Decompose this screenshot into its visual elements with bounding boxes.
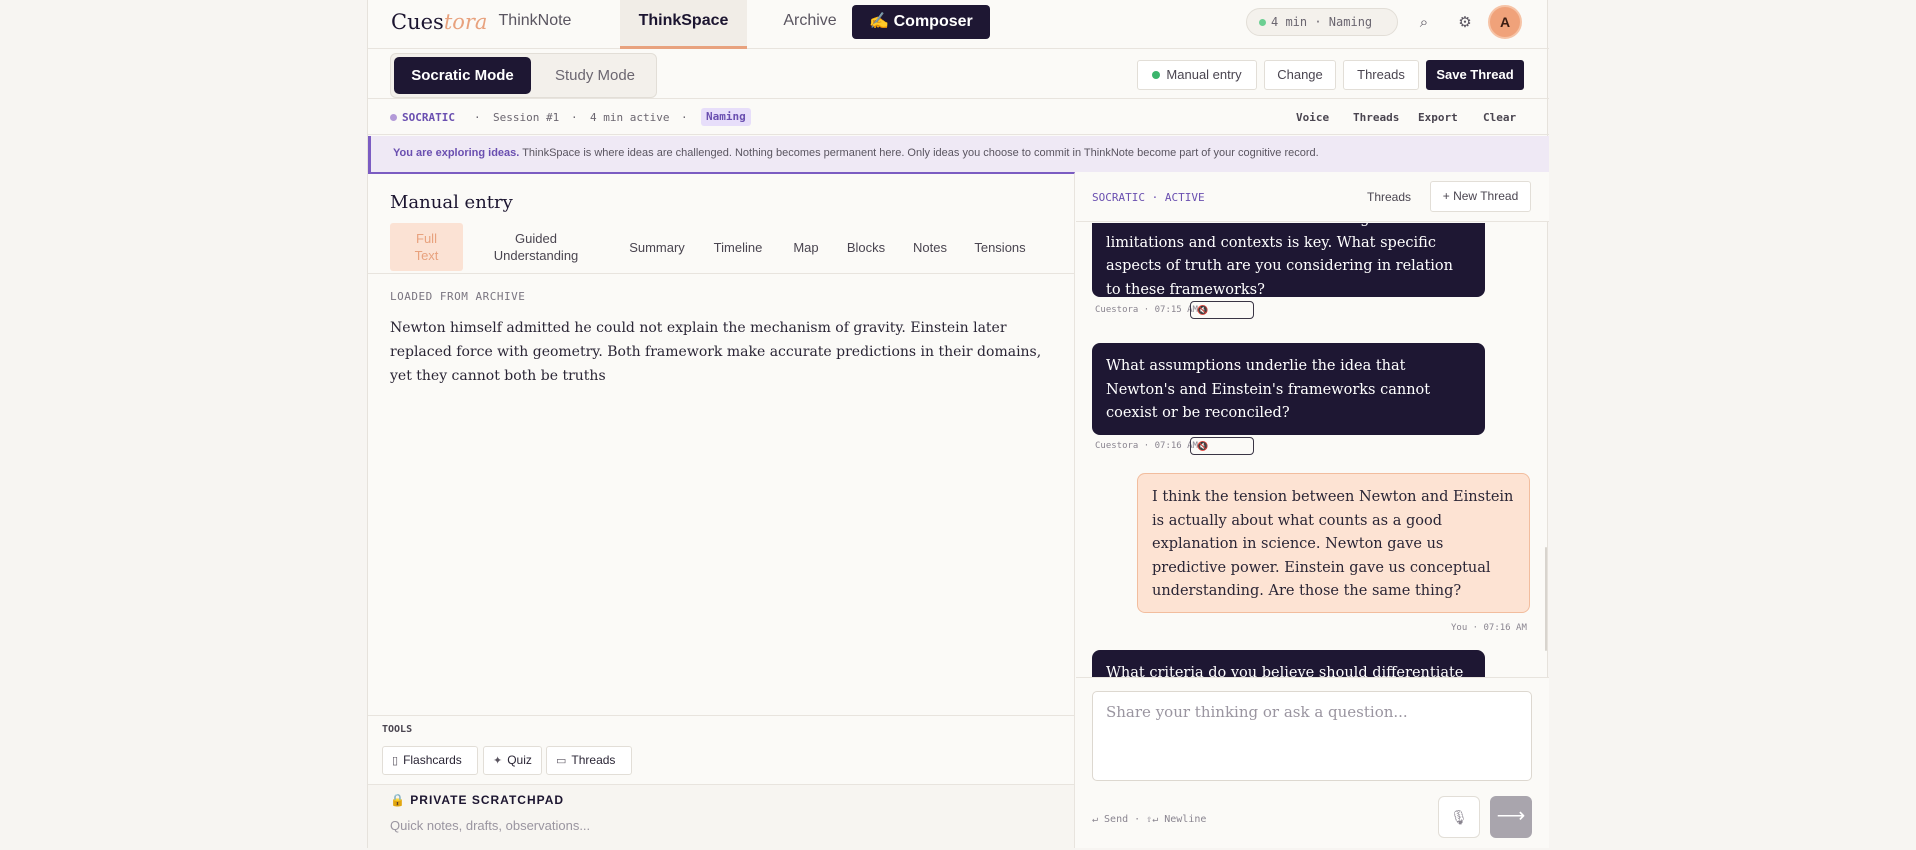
timer-dot (1259, 19, 1266, 26)
private-scratchpad: 🔒 PRIVATE SCRATCHPAD Quick notes, drafts… (368, 784, 1074, 850)
message-meta: You · 07:16 AM (1451, 623, 1527, 633)
speaker-icon[interactable]: 🔇 (1190, 301, 1254, 319)
send-button[interactable]: ⟶ (1490, 796, 1532, 838)
scratchpad-input[interactable]: Quick notes, drafts, observations... (390, 818, 590, 833)
speaker-icon[interactable]: 🔇 (1190, 437, 1254, 455)
search-icon[interactable]: ⌕ (1411, 10, 1437, 36)
quiz-button[interactable]: ✦ Quiz (483, 746, 542, 775)
keyboard-hint: ↵ Send · ⇧↵ Newline (1092, 814, 1207, 825)
session-label: Session #1 (493, 111, 560, 124)
flashcard-icon: ▯ (392, 755, 399, 767)
mode-switch: Socratic Mode Study Mode (390, 53, 657, 98)
tab-notes[interactable]: Notes (906, 223, 954, 271)
export-action[interactable]: Export (1418, 111, 1458, 124)
separator: · (571, 111, 578, 124)
manual-entry-button[interactable]: Manual entry (1137, 60, 1257, 90)
new-thread-button[interactable]: + New Thread (1430, 181, 1531, 212)
user-message: I think the tension between Newton and E… (1137, 473, 1530, 613)
nav-tab-thinkspace[interactable]: ThinkSpace (620, 0, 747, 49)
document-title: Manual entry (390, 192, 513, 213)
message-input[interactable]: Share your thinking or ask a question... (1092, 691, 1532, 781)
tab-tensions[interactable]: Tensions (968, 223, 1032, 271)
info-banner: You are exploring ideas. ThinkSpace is w… (368, 136, 1549, 172)
nav-tab-thinknote[interactable]: ThinkNote (480, 0, 590, 49)
status-dot (1152, 71, 1161, 79)
separator: · (474, 111, 481, 124)
threads-label: Threads (571, 753, 616, 767)
tools-threads-button[interactable]: ▭ Threads (546, 746, 632, 775)
microphone-icon[interactable]: 🎙 (1438, 796, 1480, 838)
change-button[interactable]: Change (1264, 60, 1336, 90)
scrollbar[interactable] (1545, 547, 1547, 651)
message-meta: Cuestora · 07:15 AM (1095, 305, 1198, 315)
nav-tab-archive[interactable]: Archive (760, 0, 860, 49)
clear-action[interactable]: Clear (1483, 111, 1516, 124)
top-nav: Cuestora ThinkNote ThinkSpace Archive ✍ … (368, 0, 1549, 49)
tab-blocks[interactable]: Blocks (840, 223, 892, 271)
scratchpad-title: 🔒 PRIVATE SCRATCHPAD (390, 793, 565, 807)
banner-bold: You are exploring ideas. (393, 147, 520, 159)
tab-map[interactable]: Map (786, 223, 826, 271)
mode-row: Socratic Mode Study Mode Manual entry Ch… (368, 49, 1549, 99)
message-meta: Cuestora · 07:16 AM (1095, 441, 1198, 451)
manual-entry-label: Manual entry (1166, 67, 1242, 82)
ai-message: different conditions. Understanding thei… (1092, 223, 1485, 298)
study-mode-button[interactable]: Study Mode (539, 57, 651, 94)
sparkle-icon: ✦ (493, 755, 503, 767)
phase-tag: Naming (701, 108, 751, 126)
threads-action[interactable]: Threads (1353, 111, 1399, 124)
chat-pane: SOCRATIC · ACTIVE Threads + New Thread d… (1076, 172, 1549, 848)
banner-text: ThinkSpace is where ideas are challenged… (519, 147, 1319, 159)
tab-full-text[interactable]: Full Text (390, 223, 463, 271)
loaded-label: LOADED FROM ARCHIVE (390, 290, 526, 303)
chat-threads-link[interactable]: Threads (1367, 190, 1411, 204)
logo[interactable]: Cuestora (391, 10, 487, 34)
session-timer: 4 min · Naming (1246, 8, 1398, 36)
document-pane: Manual entry Full Text Guided Understand… (368, 172, 1075, 850)
tab-timeline[interactable]: Timeline (703, 223, 773, 271)
flashcards-button[interactable]: ▯ Flashcards (382, 746, 478, 775)
socratic-mode-button[interactable]: Socratic Mode (394, 57, 531, 94)
logo-main: Cues (391, 10, 444, 34)
message-composer: Share your thinking or ask a question...… (1076, 677, 1549, 848)
tab-guided-understanding[interactable]: Guided Understanding (476, 223, 596, 271)
ai-message: What assumptions underlie the idea that … (1092, 343, 1485, 435)
tools-label: TOOLS (382, 724, 413, 735)
session-status-bar: SOCRATIC · Session #1 · 4 min active · N… (368, 100, 1549, 135)
document-body: Newton himself admitted he could not exp… (390, 320, 1042, 384)
quiz-label: Quiz (507, 753, 532, 767)
separator: · (681, 111, 688, 124)
mode-label: SOCRATIC (402, 111, 455, 124)
message-list[interactable]: different conditions. Understanding thei… (1076, 223, 1549, 677)
mode-dot (390, 114, 397, 121)
flashcards-label: Flashcards (403, 753, 462, 767)
timer-text: 4 min · Naming (1271, 15, 1373, 29)
ai-message: What criteria do you believe should diff… (1092, 650, 1485, 677)
composer-button[interactable]: ✍ Composer (852, 5, 990, 39)
tools-section: TOOLS ▯ Flashcards ✦ Quiz ▭ Threads (368, 715, 1074, 783)
gear-icon[interactable]: ⚙ (1452, 10, 1478, 36)
voice-action[interactable]: Voice (1296, 111, 1329, 124)
tab-summary[interactable]: Summary (621, 223, 693, 271)
chat-icon: ▭ (556, 755, 567, 767)
avatar[interactable]: A (1488, 5, 1522, 39)
save-thread-button[interactable]: Save Thread (1426, 60, 1524, 90)
active-time: 4 min active (590, 111, 670, 124)
chat-header: SOCRATIC · ACTIVE Threads + New Thread (1076, 172, 1549, 222)
chat-status-label: SOCRATIC · ACTIVE (1092, 191, 1205, 204)
app-window: Cuestora ThinkNote ThinkSpace Archive ✍ … (367, 0, 1549, 850)
threads-button[interactable]: Threads (1343, 60, 1419, 90)
tab-divider (368, 273, 1074, 274)
